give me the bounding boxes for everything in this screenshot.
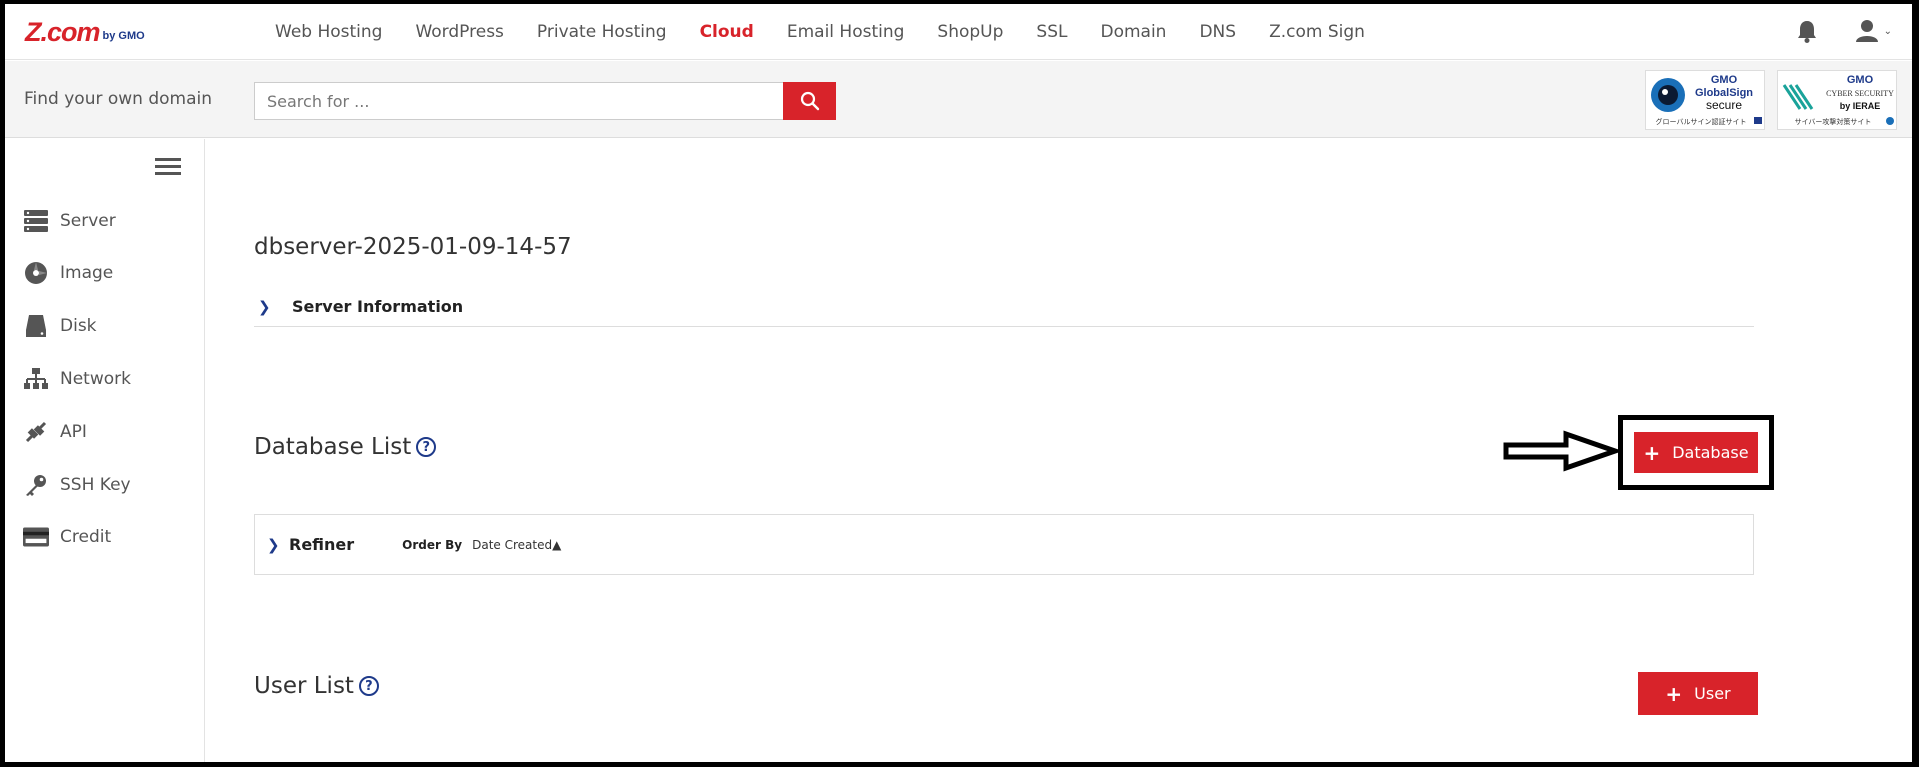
bell-icon[interactable] (1796, 18, 1818, 44)
find-domain-label: Find your own domain (24, 89, 213, 109)
domain-search-bar: Find your own domain GMO GlobalSign secu… (5, 61, 1912, 138)
nav-zcom-sign[interactable]: Z.com Sign (1269, 22, 1365, 42)
key-icon (23, 472, 49, 498)
nav-shopup[interactable]: ShopUp (937, 22, 1003, 42)
database-list-heading: Database List ? (254, 434, 437, 460)
sidebar-item-label: Credit (60, 527, 112, 547)
plus-icon: + (1665, 681, 1683, 706)
sidebar-item-ssh-key[interactable]: SSH Key (23, 469, 131, 501)
sidebar-item-credit[interactable]: Credit (23, 521, 111, 553)
main-content: dbserver-2025-01-09-14-57 ❯ Server Infor… (206, 139, 1912, 762)
help-icon[interactable]: ? (358, 676, 379, 696)
add-database-button[interactable]: + Database (1634, 432, 1758, 473)
nav-cloud[interactable]: Cloud (700, 22, 754, 42)
nav-domain[interactable]: Domain (1100, 22, 1166, 42)
badge-gs-line1: GMO (1711, 74, 1738, 86)
server-information-label: Server Information (292, 297, 464, 316)
badge-cs-line3: by IERAE (1840, 101, 1881, 111)
hamburger-menu-icon[interactable] (155, 158, 181, 178)
add-user-label: User (1694, 684, 1731, 703)
sidebar-item-label: Image (60, 263, 114, 283)
nav-ssl[interactable]: SSL (1036, 22, 1067, 42)
logo-text: Z.com (25, 17, 101, 47)
top-icons: ⌄ (1796, 18, 1892, 44)
sidebar-item-disk[interactable]: Disk (23, 310, 97, 342)
zcom-logo[interactable]: Z.com by GMO (25, 18, 145, 46)
globalsign-secure-badge[interactable]: GMO GlobalSign secure グローバルサイン認証サイト (1645, 70, 1765, 130)
database-list-title: Database List (254, 434, 412, 460)
help-icon[interactable]: ? (416, 437, 437, 457)
refiner-toggle[interactable]: Refiner (289, 535, 354, 554)
badge-gs-line3: secure (1706, 98, 1742, 112)
badge-cs-caption: サイバー攻撃対策サイト (1795, 117, 1872, 126)
top-navbar: Z.com by GMO Web Hosting WordPress Priva… (5, 4, 1912, 60)
arrow-annotation-icon (1503, 430, 1621, 472)
add-user-button[interactable]: + User (1638, 672, 1758, 715)
api-icon (23, 419, 49, 445)
user-list-heading: User List ? (254, 673, 379, 699)
nav-email-hosting[interactable]: Email Hosting (787, 22, 905, 42)
cyber-security-badge[interactable]: GMO CYBER SECURITY by IERAE サイバー攻撃対策サイト (1777, 70, 1897, 130)
order-by-selector[interactable]: Date Created▲ (472, 538, 561, 552)
nav-wordpress[interactable]: WordPress (415, 22, 503, 42)
nav-private-hosting[interactable]: Private Hosting (537, 22, 667, 42)
credit-card-icon (23, 524, 49, 550)
main-nav: Web Hosting WordPress Private Hosting Cl… (275, 4, 1398, 60)
nav-web-hosting[interactable]: Web Hosting (275, 22, 382, 42)
search-icon (800, 91, 819, 111)
sidebar-item-label: Network (60, 369, 131, 389)
sidebar-item-label: Disk (60, 316, 97, 336)
badge-gs-caption: グローバルサイン認証サイト (1656, 117, 1747, 126)
user-account-icon[interactable] (1855, 18, 1878, 44)
domain-search-input[interactable] (254, 82, 784, 120)
order-by-label: Order By (402, 537, 463, 552)
search-button[interactable] (783, 82, 836, 120)
user-list-title: User List (254, 673, 354, 699)
page-title: dbserver-2025-01-09-14-57 (254, 234, 572, 260)
add-database-label: Database (1672, 443, 1749, 462)
network-icon (23, 366, 49, 392)
sidebar-item-image[interactable]: Image (23, 257, 113, 289)
refiner-panel: ❯ Refiner Order By Date Created▲ (254, 514, 1754, 575)
disk-icon (23, 313, 49, 339)
server-icon (23, 208, 49, 234)
sidebar: Server Image Disk Network API SSH Key Cr… (5, 139, 205, 762)
badge-cs-line1: GMO (1847, 74, 1874, 86)
sidebar-item-label: SSH Key (60, 475, 131, 495)
chevron-right-icon: ❯ (258, 297, 271, 316)
sidebar-item-api[interactable]: API (23, 416, 87, 448)
app-frame: Z.com by GMO Web Hosting WordPress Priva… (5, 4, 1912, 762)
badge-cs-line2: CYBER SECURITY (1826, 89, 1894, 98)
sidebar-item-network[interactable]: Network (23, 363, 131, 395)
sidebar-item-server[interactable]: Server (23, 205, 116, 237)
server-information-toggle[interactable]: ❯ Server Information (254, 287, 1754, 327)
nav-dns[interactable]: DNS (1199, 22, 1236, 42)
chevron-right-icon[interactable]: ❯ (267, 536, 289, 554)
image-icon (23, 260, 49, 286)
plus-icon: + (1643, 440, 1661, 465)
sidebar-item-label: Server (60, 211, 116, 231)
logo-subtext: by GMO (102, 30, 145, 42)
sidebar-item-label: API (60, 422, 87, 442)
chevron-down-icon[interactable]: ⌄ (1884, 26, 1892, 37)
